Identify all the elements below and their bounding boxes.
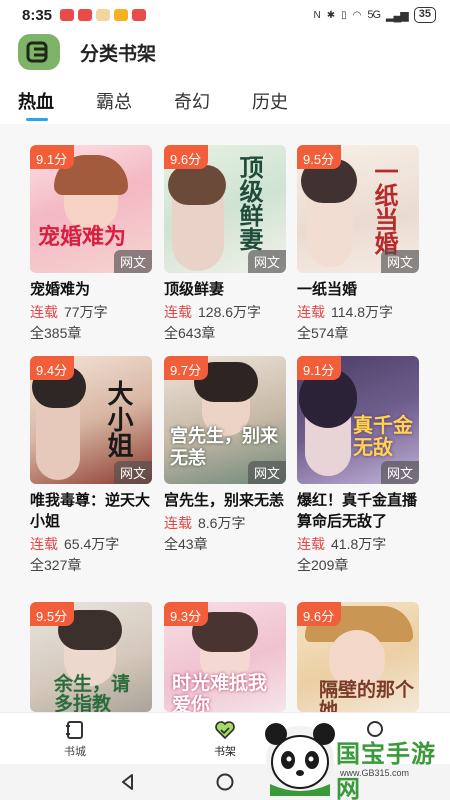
book-meta: 连载 77万字 xyxy=(30,304,108,320)
book-shelf-icon[interactable] xyxy=(18,34,60,70)
book-card[interactable]: 宠婚难为 9.1分 网文 宠婚难为 连载 77万字 全385章 xyxy=(30,145,152,344)
book-card[interactable]: 时光难抵我爱你 9.3分 xyxy=(164,602,286,712)
book-cover[interactable]: 真千金无敌 9.1分 网文 xyxy=(297,356,419,484)
cover-title: 顶级鲜妻 xyxy=(235,155,264,251)
category-tabs: 热血 霸总 奇幻 历史 xyxy=(0,74,450,124)
book-cover[interactable]: 顶级鲜妻 9.6分 网文 xyxy=(164,145,286,273)
app-header: 分类书架 xyxy=(0,30,450,74)
book-card[interactable]: 大小姐 9.4分 网文 唯我毒尊：逆天大小姐 连载 65.4万字 全327章 xyxy=(30,356,152,576)
battery-icon: 35 xyxy=(413,7,436,23)
genre-tag: 网文 xyxy=(380,250,419,273)
watermark-text: 国宝手游网 xyxy=(336,740,436,800)
score-badge: 9.6分 xyxy=(164,145,209,169)
score-badge: 9.4分 xyxy=(30,356,75,380)
book-chapters: 全43章 xyxy=(164,536,208,552)
book-title: 唯我毒尊：逆天大小姐 xyxy=(30,492,151,530)
book-card[interactable]: 真千金无敌 9.1分 网文 爆红！真千金直播算命后无敌了 连载 41.8万字 全2… xyxy=(297,356,419,576)
book-title: 一纸当婚 xyxy=(297,281,358,298)
genre-tag: 网文 xyxy=(113,250,152,273)
score-badge: 9.5分 xyxy=(297,145,342,169)
book-cover[interactable]: 一纸当婚 9.5分 网文 xyxy=(297,145,419,273)
book-meta: 连载 128.6万字 xyxy=(164,304,262,320)
heart-shelf-icon xyxy=(215,721,235,740)
book-card[interactable]: 顶级鲜妻 9.6分 网文 顶级鲜妻 连载 128.6万字 全643章 xyxy=(164,145,286,344)
notification-icons xyxy=(60,9,147,21)
score-badge: 9.3分 xyxy=(164,602,209,626)
book-city-icon xyxy=(66,721,83,739)
video-icon xyxy=(114,9,129,21)
cover-title: 宠婚难为 xyxy=(38,224,127,250)
score-badge: 9.1分 xyxy=(297,356,342,380)
book-card[interactable]: 一纸当婚 9.5分 网文 一纸当婚 连载 114.8万字 全574章 xyxy=(297,145,419,344)
book-cover[interactable]: 宫先生，别来无恙 9.7分 网文 xyxy=(164,356,286,484)
page-title: 分类书架 xyxy=(80,43,157,65)
watermark-url: www.GB315.com xyxy=(340,768,410,778)
book-meta: 连载 65.4万字 xyxy=(30,536,120,552)
genre-tag: 网文 xyxy=(380,461,419,484)
status-time: 8:35 xyxy=(22,6,53,24)
cover-title: 隔壁的那个她 xyxy=(319,679,415,712)
cover-title: 真千金无敌 xyxy=(353,413,413,459)
book-chapters: 全209章 xyxy=(297,557,349,573)
book-card[interactable]: 余生，请多指教 9.5分 xyxy=(30,602,152,712)
tab-qihuan[interactable]: 奇幻 xyxy=(174,74,210,124)
nfc-icon: N xyxy=(313,9,321,21)
tab-bazong[interactable]: 霸总 xyxy=(96,74,132,124)
book-cover[interactable]: 宠婚难为 9.1分 网文 xyxy=(30,145,152,273)
mail-icon xyxy=(78,9,93,21)
book-title: 宫先生，别来无恙 xyxy=(164,492,285,509)
book-title: 宠婚难为 xyxy=(30,281,91,298)
book-card[interactable]: 隔壁的那个她 9.6分 xyxy=(297,602,419,712)
tab-rexue[interactable]: 热血 xyxy=(18,74,54,124)
book-meta: 连载 8.6万字 xyxy=(164,515,246,531)
cover-title: 一纸当婚 xyxy=(370,159,399,255)
wifi-icon: ◠ xyxy=(352,9,362,21)
score-badge: 9.1分 xyxy=(30,145,75,169)
book-meta: 连载 41.8万字 xyxy=(297,536,387,552)
panda-logo-icon xyxy=(265,723,335,796)
book-cover[interactable]: 时光难抵我爱你 9.3分 xyxy=(164,602,286,712)
nav-label: 书城 xyxy=(64,746,86,758)
cover-title: 大小姐 xyxy=(103,380,133,458)
book-chapters: 全327章 xyxy=(30,557,82,573)
cover-title: 余生，请多指教 xyxy=(54,673,131,712)
book-cover[interactable]: 余生，请多指教 9.5分 xyxy=(30,602,152,712)
score-badge: 9.5分 xyxy=(30,602,75,626)
active-tab-indicator xyxy=(26,118,48,121)
book-chapters: 全385章 xyxy=(30,325,82,341)
book-chapters: 全643章 xyxy=(164,325,216,341)
mail-icon xyxy=(132,9,147,21)
signal-icon: ▂▄▆ xyxy=(386,9,409,22)
tab-lishi[interactable]: 历史 xyxy=(252,74,288,124)
cover-title: 时光难抵我爱你 xyxy=(172,672,268,712)
genre-tag: 网文 xyxy=(247,461,286,484)
book-cover[interactable]: 隔壁的那个她 9.6分 xyxy=(297,602,419,712)
score-badge: 9.6分 xyxy=(297,602,342,626)
score-badge: 9.7分 xyxy=(164,356,209,380)
genre-tag: 网文 xyxy=(247,250,286,273)
nav-book-city[interactable]: 书城 xyxy=(0,713,150,764)
book-meta: 连载 114.8万字 xyxy=(297,304,393,320)
bluetooth-icon: ✱ xyxy=(326,9,336,21)
book-card[interactable]: 宫先生，别来无恙 9.7分 网文 宫先生，别来无恙 连载 8.6万字 全43章 xyxy=(164,356,286,555)
book-chapters: 全574章 xyxy=(297,325,349,341)
watermark: 国宝手游网 www.GB315.com xyxy=(262,714,450,800)
home-icon[interactable] xyxy=(215,772,235,792)
app-icon xyxy=(96,9,111,21)
back-icon[interactable] xyxy=(118,772,138,792)
book-title: 爆红！真千金直播算命后无敌了 xyxy=(297,492,418,530)
vibrate-icon: ▯ xyxy=(341,9,347,21)
signal-label: 5G xyxy=(367,9,381,21)
status-indicators: N ✱ ▯ ◠ 5G ▂▄▆ 35 xyxy=(313,7,436,23)
genre-tag: 网文 xyxy=(113,461,152,484)
nav-label: 书架 xyxy=(214,746,236,758)
book-title: 顶级鲜妻 xyxy=(164,281,225,298)
book-cover[interactable]: 大小姐 9.4分 网文 xyxy=(30,356,152,484)
status-bar: 8:35 N ✱ ▯ ◠ 5G ▂▄▆ 35 xyxy=(0,0,450,30)
mail-icon xyxy=(60,9,75,21)
